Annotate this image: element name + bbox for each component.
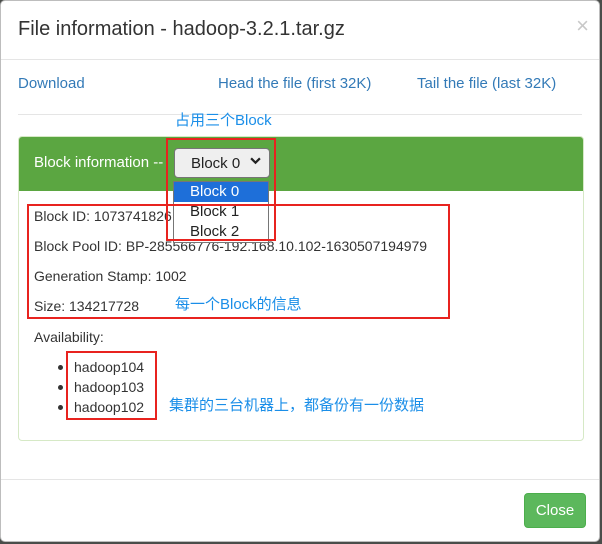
close-button[interactable]: Close <box>524 493 586 528</box>
availability-label: Availability: <box>34 329 104 345</box>
block-dropdown-list: Block 0 Block 1 Block 2 <box>173 181 269 243</box>
block-information-label: Block information -- <box>34 154 164 171</box>
dropdown-option-block-1[interactable]: Block 1 <box>174 202 268 222</box>
panel-heading: Block information -- Block 0 <box>19 137 583 191</box>
chevron-down-icon <box>250 155 261 169</box>
modal-header: File information - hadoop-3.2.1.tar.gz × <box>1 1 599 60</box>
annotation-block-info: 每一个Block的信息 <box>175 296 302 313</box>
block-size: Size: 134217728 <box>34 298 140 314</box>
file-actions: Download Head the file (first 32K) Tail … <box>1 75 599 95</box>
download-link[interactable]: Download <box>18 75 85 92</box>
block-select-value: Block 0 <box>191 155 241 172</box>
dropdown-option-block-0[interactable]: Block 0 <box>174 182 268 202</box>
annotation-three-blocks: 占用三个Block <box>175 112 272 129</box>
annotation-replicas: 集群的三台机器上，都备份有一份数据 <box>169 397 425 414</box>
list-item: hadoop103 <box>56 377 144 397</box>
head-file-link[interactable]: Head the file (first 32K) <box>218 75 371 92</box>
list-item: hadoop102 <box>56 397 144 417</box>
list-item: hadoop104 <box>56 357 144 377</box>
modal-title: File information - hadoop-3.2.1.tar.gz <box>18 18 345 40</box>
block-select[interactable]: Block 0 <box>174 148 270 178</box>
generation-stamp: Generation Stamp: 1002 <box>34 268 187 284</box>
dropdown-option-block-2[interactable]: Block 2 <box>174 222 268 242</box>
close-icon[interactable]: × <box>576 15 589 37</box>
footer-divider <box>1 479 599 480</box>
availability-list: hadoop104 hadoop103 hadoop102 <box>56 357 144 417</box>
block-id: Block ID: 1073741826 <box>34 208 172 224</box>
tail-file-link[interactable]: Tail the file (last 32K) <box>417 75 556 92</box>
divider <box>18 114 582 115</box>
file-information-modal: File information - hadoop-3.2.1.tar.gz ×… <box>0 0 600 542</box>
